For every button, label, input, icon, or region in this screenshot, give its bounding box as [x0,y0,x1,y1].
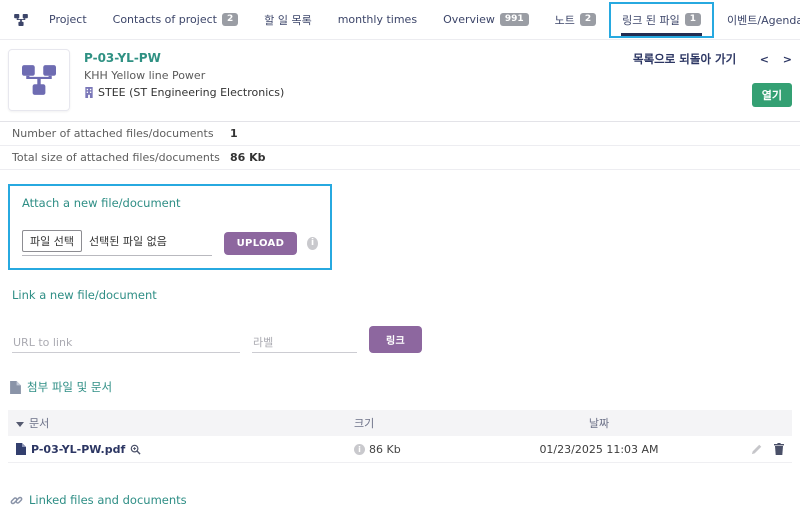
project-ref[interactable]: P-03-YL-PW [84,51,284,65]
tab-label: 링크 된 파일 [622,13,680,27]
next-record-arrow[interactable]: > [783,53,792,66]
tab-label: 노트 [554,13,575,27]
tab-notes[interactable]: 노트 2 [542,2,610,38]
summary-label: Total size of attached files/documents [12,151,220,164]
attach-file-section: Attach a new file/document 파일 선택 선택된 파일 … [8,184,332,270]
document-link[interactable]: P-03-YL-PW.pdf [31,443,125,456]
tab-label: Project [49,13,87,26]
column-header-doc[interactable]: 문서 [16,415,354,431]
link-section-title: Link a new file/document [12,288,157,302]
attached-files-heading: 첨부 파일 및 문서 [10,379,800,395]
tab-contacts[interactable]: Contacts of project 2 [100,3,252,36]
chain-link-icon [10,494,23,505]
linked-files-title: Linked files and documents [29,493,187,505]
linked-files-count-badge: 1 [684,13,702,26]
files-summary-table: Number of attached files/documents 1 Tot… [0,121,800,170]
summary-value: 86 Kb [230,151,266,164]
project-picto [8,49,70,111]
summary-row: Number of attached files/documents 1 [0,122,800,146]
tab-label: 이벤트/Agenda [727,13,800,27]
link-button[interactable]: 링크 [369,326,422,353]
file-date: 01/23/2025 11:03 AM [539,442,659,456]
trash-icon[interactable] [774,443,784,455]
choose-file-button[interactable]: 파일 선택 [22,230,82,252]
column-header-date[interactable]: 날짜 [474,415,724,431]
status-badge: 열기 [751,83,792,107]
file-icon [10,380,21,394]
overview-count-badge: 991 [499,13,529,26]
link-label-input[interactable] [252,333,357,353]
sort-desc-icon [16,421,24,427]
project-header: P-03-YL-PW KHH Yellow line Power STEE (S… [0,40,800,119]
linked-files-heading: Linked files and documents [10,493,800,505]
link-file-section: Link a new file/document 링크 [12,288,800,353]
tab-label: 할 일 목록 [264,13,312,27]
project-home-tab[interactable] [6,4,36,36]
project-title: KHH Yellow line Power [84,69,206,82]
project-diagram-icon [22,65,56,95]
summary-label: Number of attached files/documents [12,127,214,140]
url-to-link-input[interactable] [12,333,240,353]
tab-tasks[interactable]: 할 일 목록 [251,2,324,38]
info-icon: i [307,236,318,250]
tab-label: Contacts of project [112,13,217,26]
tab-overview[interactable]: Overview 991 [430,3,542,36]
building-icon [84,87,94,98]
tab-project[interactable]: Project [36,3,100,36]
upload-button[interactable]: UPLOAD [223,231,298,255]
preview-magnifier-icon[interactable] [130,444,141,455]
file-size: 86 Kb [369,442,401,456]
file-chosen-status: 선택된 파일 없음 [88,235,167,248]
notes-count-badge: 2 [579,13,597,26]
summary-value: 1 [230,127,238,140]
info-icon: i [354,443,365,455]
project-diagram-icon [14,13,28,26]
edit-pencil-icon[interactable] [751,444,762,455]
pdf-file-icon [16,443,26,455]
table-row: P-03-YL-PW.pdf i 86 Kb 01/23/2025 11:03 … [8,436,792,463]
prev-record-arrow[interactable]: < [760,53,769,66]
tab-label: monthly times [337,13,418,26]
tab-bar: Project Contacts of project 2 할 일 목록 mont… [0,0,800,40]
tab-linked-files[interactable]: 링크 된 파일 1 [609,1,715,38]
file-input[interactable]: 파일 선택 선택된 파일 없음 [22,230,212,256]
contacts-count-badge: 2 [221,13,239,26]
thirdparty-name[interactable]: STEE (ST Engineering Electronics) [98,86,284,99]
tab-label: Overview [443,13,495,26]
tab-monthly-times[interactable]: monthly times [325,3,430,36]
attach-section-title: Attach a new file/document [22,196,181,210]
attached-files-table: 문서 크기 날짜 P-03-YL-PW.pdf i 86 Kb 01/23/20… [8,410,792,463]
summary-row: Total size of attached files/documents 8… [0,146,800,170]
tab-events-agenda[interactable]: 이벤트/Agenda [714,2,800,38]
column-header-size[interactable]: 크기 [354,415,474,431]
back-to-list-link[interactable]: 목록으로 되돌아 가기 [633,52,736,66]
attached-files-title: 첨부 파일 및 문서 [27,380,113,394]
